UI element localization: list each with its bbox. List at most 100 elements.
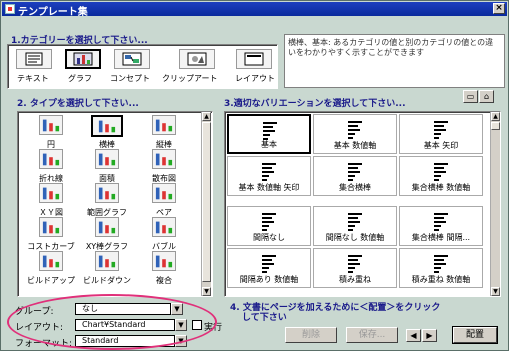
chevron-down-icon[interactable]: ▼ [175,335,187,347]
variation-label: 基本 数値軸 [333,141,377,150]
text-icon [25,52,43,66]
variation-item[interactable]: 集合横棒 間隔... [399,206,483,246]
close-button[interactable]: × [493,3,505,14]
category-layout[interactable] [236,49,272,69]
horizontal-bar-icon [91,115,123,137]
variation-label: 積み重ね [339,275,371,284]
group-select[interactable]: なし ▼ [75,303,183,315]
type-line-chart[interactable]: 折れ線 [23,149,79,187]
step4-line2: して下さい [242,313,287,323]
type-vertical-bar[interactable]: 縦棒 [136,115,192,153]
horizontal-bar-thumbnail-icon [432,253,452,275]
delete-button[interactable]: 削除 [285,327,337,343]
type-xy-bar[interactable]: XY棒グラフ [79,217,135,255]
variation-scroll-down-arrow[interactable]: ▼ [491,287,500,296]
horizontal-bar-thumbnail-icon [346,161,366,183]
type-xy-chart[interactable]: ＸＹ図 [23,183,79,221]
group-value: なし [82,304,98,313]
horizontal-bar-thumbnail-icon [346,253,366,275]
title-bar: テンプレート集 × [2,2,507,18]
variation-item[interactable]: 間隔なし [227,206,311,246]
type-label: ビルドアップ [27,276,75,285]
type-horizontal-bar[interactable]: 横棒 [79,115,135,153]
window-title: テンプレート集 [18,7,88,18]
variation-scrollbar[interactable]: ▲ ▼ [490,112,500,296]
bubble-chart-icon [152,217,176,237]
category-label-layout: レイアウト [235,74,275,83]
category-clipart[interactable] [179,49,215,69]
category-text[interactable] [16,49,52,69]
layout-select[interactable]: Chart¥Standard ▼ [75,319,187,331]
variation-item[interactable]: 基本 [227,114,311,154]
type-builddown[interactable]: ビルドダウン [79,251,135,289]
app-icon [5,4,15,14]
prev-button[interactable]: ◀ [406,329,421,342]
variation-scroll-up-arrow[interactable]: ▲ [491,112,500,121]
variation-label: 間隔なし 数値軸 [325,233,385,242]
type-scatter[interactable]: 散布図 [136,149,192,187]
variation-item[interactable]: 間隔なし 数値軸 [313,206,397,246]
horizontal-bar-thumbnail-icon [260,161,280,183]
category-label-text: テキスト [17,74,49,83]
view-grid-button[interactable]: ⌂ [479,90,494,103]
type-bubble-chart[interactable]: バブル [136,217,192,255]
graph-icon [73,52,93,66]
next-button[interactable]: ▶ [422,329,437,342]
horizontal-bar-thumbnail-icon [260,253,280,275]
variation-item[interactable]: 基本 数値軸 矢印 [227,156,311,196]
type-range-chart[interactable]: 範囲グラフ [79,183,135,221]
variation-label: 基本 矢印 [423,141,459,150]
exec-checkbox[interactable] [192,320,202,330]
scroll-thumb[interactable] [202,122,211,282]
type-label: 複合 [156,276,172,285]
range-chart-icon [95,183,119,203]
variation-item[interactable]: 基本 数値軸 [313,114,397,154]
category-label-clipart: クリップアート [162,74,218,83]
view-list-button[interactable]: ▭ [463,90,478,103]
vertical-bar-icon [152,115,176,135]
type-pie-chart[interactable]: 円 [23,115,79,153]
variation-label: 集合横棒 間隔... [411,233,471,242]
variation-item[interactable]: 間隔あり 数値軸 [227,248,311,288]
template-dialog: テンプレート集 × 1.カテゴリーを選択して下さい... テキスト グラフ コン… [0,0,509,351]
step2-heading: 2. タイプを選択して下さい... [17,99,139,109]
variation-item[interactable]: 集合横棒 数値軸 [399,156,483,196]
category-label-concept: コンセプト [110,74,150,83]
type-scrollbar[interactable]: ▲ ▼ [201,112,211,296]
variation-item[interactable]: 積み重ね [313,248,397,288]
type-combo-chart[interactable]: 複合 [136,251,192,289]
horizontal-bar-thumbnail-icon [346,211,366,233]
variation-item[interactable]: 基本 矢印 [399,114,483,154]
scroll-down-arrow[interactable]: ▼ [202,287,211,296]
horizontal-bar-thumbnail-icon [432,161,452,183]
chevron-down-icon[interactable]: ▼ [175,319,187,331]
format-label: フォーマット: [15,339,73,349]
step3-heading: 3.適切なバリエーションを選択して下さい... [224,99,406,109]
variation-item[interactable]: 積み重ね 数値軸 [399,248,483,288]
pair-chart-icon [152,183,176,203]
cost-curve-icon [39,217,63,237]
horizontal-bar-thumbnail-icon [346,119,366,141]
variation-scroll-thumb[interactable] [491,122,500,130]
horizontal-bar-thumbnail-icon [432,211,452,233]
chevron-down-icon[interactable]: ▼ [171,303,183,315]
variation-item[interactable]: 集合横棒 [313,156,397,196]
type-buildup[interactable]: ビルドアップ [23,251,79,289]
place-button[interactable]: 配置 [452,326,498,344]
save-button[interactable]: 保存... [346,327,398,343]
type-pair-chart[interactable]: ペア [136,183,192,221]
format-select[interactable]: Standard ▼ [75,335,187,347]
type-cost-curve[interactable]: コストカーブ [23,217,79,255]
variation-label: 集合横棒 [339,183,371,192]
type-area-chart[interactable]: 面積 [79,149,135,187]
category-concept[interactable] [114,49,150,69]
category-graph[interactable] [65,49,101,69]
line-chart-icon [39,149,63,169]
description-box: 横棒、基本: あるカテゴリの値と別のカテゴリの値との違いをわかりやすく示すことが… [284,34,505,88]
scroll-up-arrow[interactable]: ▲ [202,112,211,121]
clipart-icon [187,52,207,66]
variation-label: 間隔あり 数値軸 [239,275,299,284]
variation-label: 間隔なし [253,233,285,242]
pie-chart-icon [39,115,63,135]
variation-label: 基本 [261,140,277,149]
